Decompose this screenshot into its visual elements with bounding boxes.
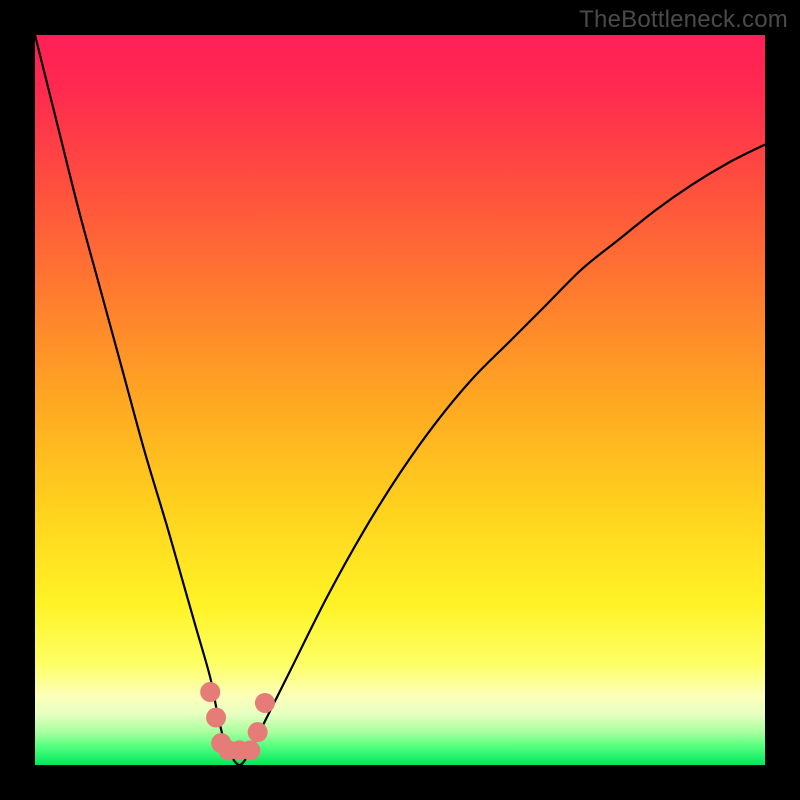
highlight-dot bbox=[248, 722, 268, 742]
highlight-dot bbox=[240, 740, 260, 760]
chart-svg bbox=[35, 35, 765, 765]
chart-frame: TheBottleneck.com bbox=[0, 0, 800, 800]
plot-area bbox=[35, 35, 765, 765]
watermark-text: TheBottleneck.com bbox=[579, 6, 788, 34]
highlight-dot bbox=[255, 693, 275, 713]
gradient-background bbox=[35, 35, 765, 765]
highlight-dot bbox=[200, 682, 220, 702]
highlight-dot bbox=[206, 708, 226, 728]
